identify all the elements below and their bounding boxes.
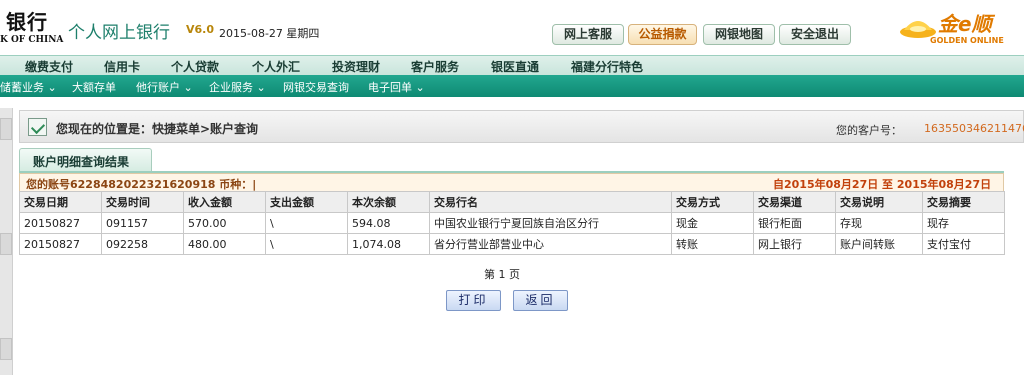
- nav-item-credit-card[interactable]: 信用卡: [104, 58, 140, 75]
- table-cell: 网上银行: [753, 233, 836, 255]
- panel-knob[interactable]: [0, 118, 12, 140]
- transactions-table: 交易日期 交易时间 收入金额 支出金额 本次余额 交易行名 交易方式 交易渠道 …: [19, 191, 1005, 255]
- account-info: 您的账号6228482022321620918 币种：|: [26, 178, 257, 191]
- column-header: 交易时间: [101, 191, 184, 213]
- breadcrumb: 您现在的位置是：快捷菜单>账户查询: [56, 122, 259, 136]
- bank-english-name: K OF CHINA: [0, 35, 64, 45]
- subnav-item-enterprise[interactable]: 企业服务 ⌄: [209, 79, 266, 95]
- customer-number-label: 您的客户号：: [836, 124, 902, 137]
- table-cell: 091157: [101, 212, 184, 234]
- charity-donation-button[interactable]: 公益捐款: [628, 24, 697, 45]
- app-version: V6.0: [186, 23, 214, 36]
- bank-map-button[interactable]: 网银地图: [703, 24, 775, 45]
- subnav-item-other-bank[interactable]: 他行账户 ⌄: [136, 79, 193, 95]
- table-cell: 570.00: [183, 212, 266, 234]
- app-title: 个人网上银行: [68, 23, 170, 43]
- current-date: 2015-08-27 星期四: [219, 27, 320, 40]
- page-indicator: 第 1 页: [484, 268, 520, 281]
- table-header-row: 交易日期 交易时间 收入金额 支出金额 本次余额 交易行名 交易方式 交易渠道 …: [19, 191, 1005, 213]
- subnav-item-large-deposit[interactable]: 大额存单: [72, 79, 116, 95]
- table-cell: 20150827: [19, 212, 102, 234]
- table-cell: \: [265, 233, 348, 255]
- column-header: 交易说明: [835, 191, 923, 213]
- account-summary: 您的账号6228482022321620918 币种：| 自2015年08月27…: [19, 173, 1004, 192]
- column-header: 收入金额: [183, 191, 266, 213]
- table-cell: 账户间转账: [835, 233, 923, 255]
- left-panel-toggle[interactable]: [0, 108, 13, 375]
- table-cell: 存现: [835, 212, 923, 234]
- date-range: 自2015年08月27日 至 2015年08月27日: [773, 178, 992, 191]
- tab-account-details-result[interactable]: 账户明细查询结果: [19, 148, 152, 171]
- column-header: 交易日期: [19, 191, 102, 213]
- tab-label: 账户明细查询结果: [33, 155, 130, 169]
- online-service-button[interactable]: 网上客服: [552, 24, 624, 45]
- subnav-item-savings[interactable]: 储蓄业务 ⌄: [0, 79, 57, 95]
- nav-item-investment[interactable]: 投资理财: [332, 58, 380, 75]
- nav-item-forex[interactable]: 个人外汇: [252, 58, 300, 75]
- logo-text: 金e顺: [938, 12, 992, 36]
- nav-item-payment[interactable]: 缴费支付: [25, 58, 73, 75]
- table-cell: 中国农业银行宁夏回族自治区分行: [429, 212, 672, 234]
- subnav-item-transaction-query[interactable]: 网银交易查询: [283, 79, 349, 95]
- table-cell: 092258: [101, 233, 184, 255]
- panel-knob[interactable]: [0, 338, 12, 360]
- location-bar: 您现在的位置是：快捷菜单>账户查询 您的客户号： 163550346211476…: [19, 110, 1024, 143]
- table-cell: \: [265, 212, 348, 234]
- customer-number: 1635503462114769: [924, 122, 1024, 135]
- golden-online-logo: 金e顺 GOLDEN ONLINE: [898, 6, 1018, 48]
- table-cell: 现存: [922, 212, 1005, 234]
- nav-item-personal-loan[interactable]: 个人贷款: [171, 58, 219, 75]
- column-header: 交易方式: [671, 191, 754, 213]
- table-cell: 1,074.08: [347, 233, 430, 255]
- column-header: 支出金额: [265, 191, 348, 213]
- nav-item-fujian-features[interactable]: 福建分行特色: [571, 58, 643, 75]
- bank-name: 银行: [6, 10, 48, 34]
- column-header: 交易摘要: [922, 191, 1005, 213]
- table-cell: 转账: [671, 233, 754, 255]
- subnav-item-e-receipt[interactable]: 电子回单 ⌄: [368, 79, 425, 95]
- table-row: 20150827 091157 570.00 \ 594.08 中国农业银行宁夏…: [19, 212, 1005, 234]
- nav-item-customer-service[interactable]: 客户服务: [411, 58, 459, 75]
- print-button[interactable]: 打印: [446, 290, 501, 311]
- back-button[interactable]: 返回: [513, 290, 568, 311]
- table-cell: 省分行营业部营业中心: [429, 233, 672, 255]
- primary-nav: 缴费支付 信用卡 个人贷款 个人外汇 投资理财 客户服务 银医直通 福建分行特色: [0, 55, 1024, 75]
- table-cell: 银行柜面: [753, 212, 836, 234]
- column-header: 交易行名: [429, 191, 672, 213]
- safe-exit-button[interactable]: 安全退出: [779, 24, 851, 45]
- table-cell: 594.08: [347, 212, 430, 234]
- table-cell: 支付宝付: [922, 233, 1005, 255]
- table-row: 20150827 092258 480.00 \ 1,074.08 省分行营业部…: [19, 233, 1005, 255]
- header: 银行 K OF CHINA 个人网上银行 V6.0 2015-08-27 星期四…: [0, 0, 1024, 55]
- logo-subtext: GOLDEN ONLINE: [930, 36, 1004, 45]
- nav-item-medical[interactable]: 银医直通: [491, 58, 539, 75]
- table-cell: 480.00: [183, 233, 266, 255]
- table-cell: 20150827: [19, 233, 102, 255]
- table-cell: 现金: [671, 212, 754, 234]
- column-header: 交易渠道: [753, 191, 836, 213]
- panel-knob[interactable]: [0, 233, 12, 255]
- secondary-nav: 储蓄业务 ⌄ 大额存单 他行账户 ⌄ 企业服务 ⌄ 网银交易查询 电子回单 ⌄: [0, 75, 1024, 97]
- check-list-icon: [28, 118, 47, 136]
- column-header: 本次余额: [347, 191, 430, 213]
